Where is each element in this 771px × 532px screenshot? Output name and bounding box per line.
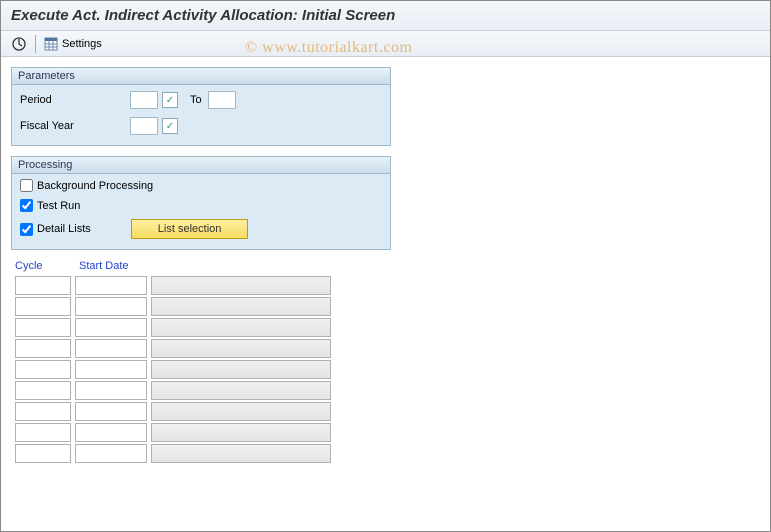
row-readonly-cell — [151, 360, 331, 379]
toolbar-separator — [35, 35, 36, 53]
settings-label: Settings — [62, 38, 102, 50]
execute-button[interactable] — [7, 34, 31, 54]
cycle-table: Cycle Start Date — [11, 260, 760, 463]
start-date-input[interactable] — [75, 402, 147, 421]
table-row — [15, 444, 756, 463]
cycle-input[interactable] — [15, 360, 71, 379]
table-settings-icon — [44, 37, 58, 51]
start-date-input[interactable] — [75, 423, 147, 442]
cycle-input[interactable] — [15, 423, 71, 442]
background-processing-checkbox[interactable]: Background Processing — [12, 177, 390, 194]
background-label: Background Processing — [37, 180, 153, 192]
start-date-input[interactable] — [75, 360, 147, 379]
to-label: To — [190, 94, 202, 106]
testrun-checkbox-input[interactable] — [20, 199, 33, 212]
period-from-help-icon[interactable]: ✓ — [162, 92, 178, 108]
row-readonly-cell — [151, 444, 331, 463]
cycle-header: Cycle — [15, 260, 57, 272]
table-row — [15, 360, 756, 379]
row-readonly-cell — [151, 339, 331, 358]
execute-icon — [11, 36, 27, 52]
processing-title: Processing — [12, 157, 390, 174]
row-readonly-cell — [151, 381, 331, 400]
row-readonly-cell — [151, 297, 331, 316]
start-date-input[interactable] — [75, 276, 147, 295]
parameters-title: Parameters — [12, 68, 390, 85]
start-date-input[interactable] — [75, 318, 147, 337]
row-readonly-cell — [151, 276, 331, 295]
detail-lists-checkbox[interactable]: Detail Lists — [20, 223, 91, 236]
start-date-input[interactable] — [75, 381, 147, 400]
table-row — [15, 423, 756, 442]
cycle-input[interactable] — [15, 402, 71, 421]
test-run-checkbox[interactable]: Test Run — [12, 197, 390, 214]
table-row — [15, 402, 756, 421]
detail-checkbox-input[interactable] — [20, 223, 33, 236]
table-row — [15, 339, 756, 358]
fiscal-year-label: Fiscal Year — [20, 120, 130, 132]
fiscal-year-input[interactable] — [130, 117, 158, 135]
period-to-input[interactable] — [208, 91, 236, 109]
table-row — [15, 318, 756, 337]
testrun-label: Test Run — [37, 200, 80, 212]
background-checkbox-input[interactable] — [20, 179, 33, 192]
cycle-input[interactable] — [15, 444, 71, 463]
parameters-group: Parameters Period ✓ To Fiscal Year ✓ — [11, 67, 391, 146]
page-title: Execute Act. Indirect Activity Allocatio… — [1, 1, 770, 31]
table-row — [15, 297, 756, 316]
start-date-header: Start Date — [79, 260, 159, 272]
list-selection-button[interactable]: List selection — [131, 219, 249, 239]
start-date-input[interactable] — [75, 444, 147, 463]
row-readonly-cell — [151, 423, 331, 442]
detail-label: Detail Lists — [37, 223, 91, 235]
cycle-input[interactable] — [15, 339, 71, 358]
start-date-input[interactable] — [75, 297, 147, 316]
table-row — [15, 381, 756, 400]
start-date-input[interactable] — [75, 339, 147, 358]
cycle-input[interactable] — [15, 297, 71, 316]
cycle-input[interactable] — [15, 381, 71, 400]
cycle-input[interactable] — [15, 276, 71, 295]
settings-button[interactable]: Settings — [40, 35, 106, 53]
toolbar: Settings — [1, 31, 770, 57]
row-readonly-cell — [151, 402, 331, 421]
processing-group: Processing Background Processing Test Ru… — [11, 156, 391, 250]
row-readonly-cell — [151, 318, 331, 337]
period-label: Period — [20, 94, 130, 106]
cycle-input[interactable] — [15, 318, 71, 337]
fiscal-year-help-icon[interactable]: ✓ — [162, 118, 178, 134]
table-row — [15, 276, 756, 295]
period-from-input[interactable] — [130, 91, 158, 109]
